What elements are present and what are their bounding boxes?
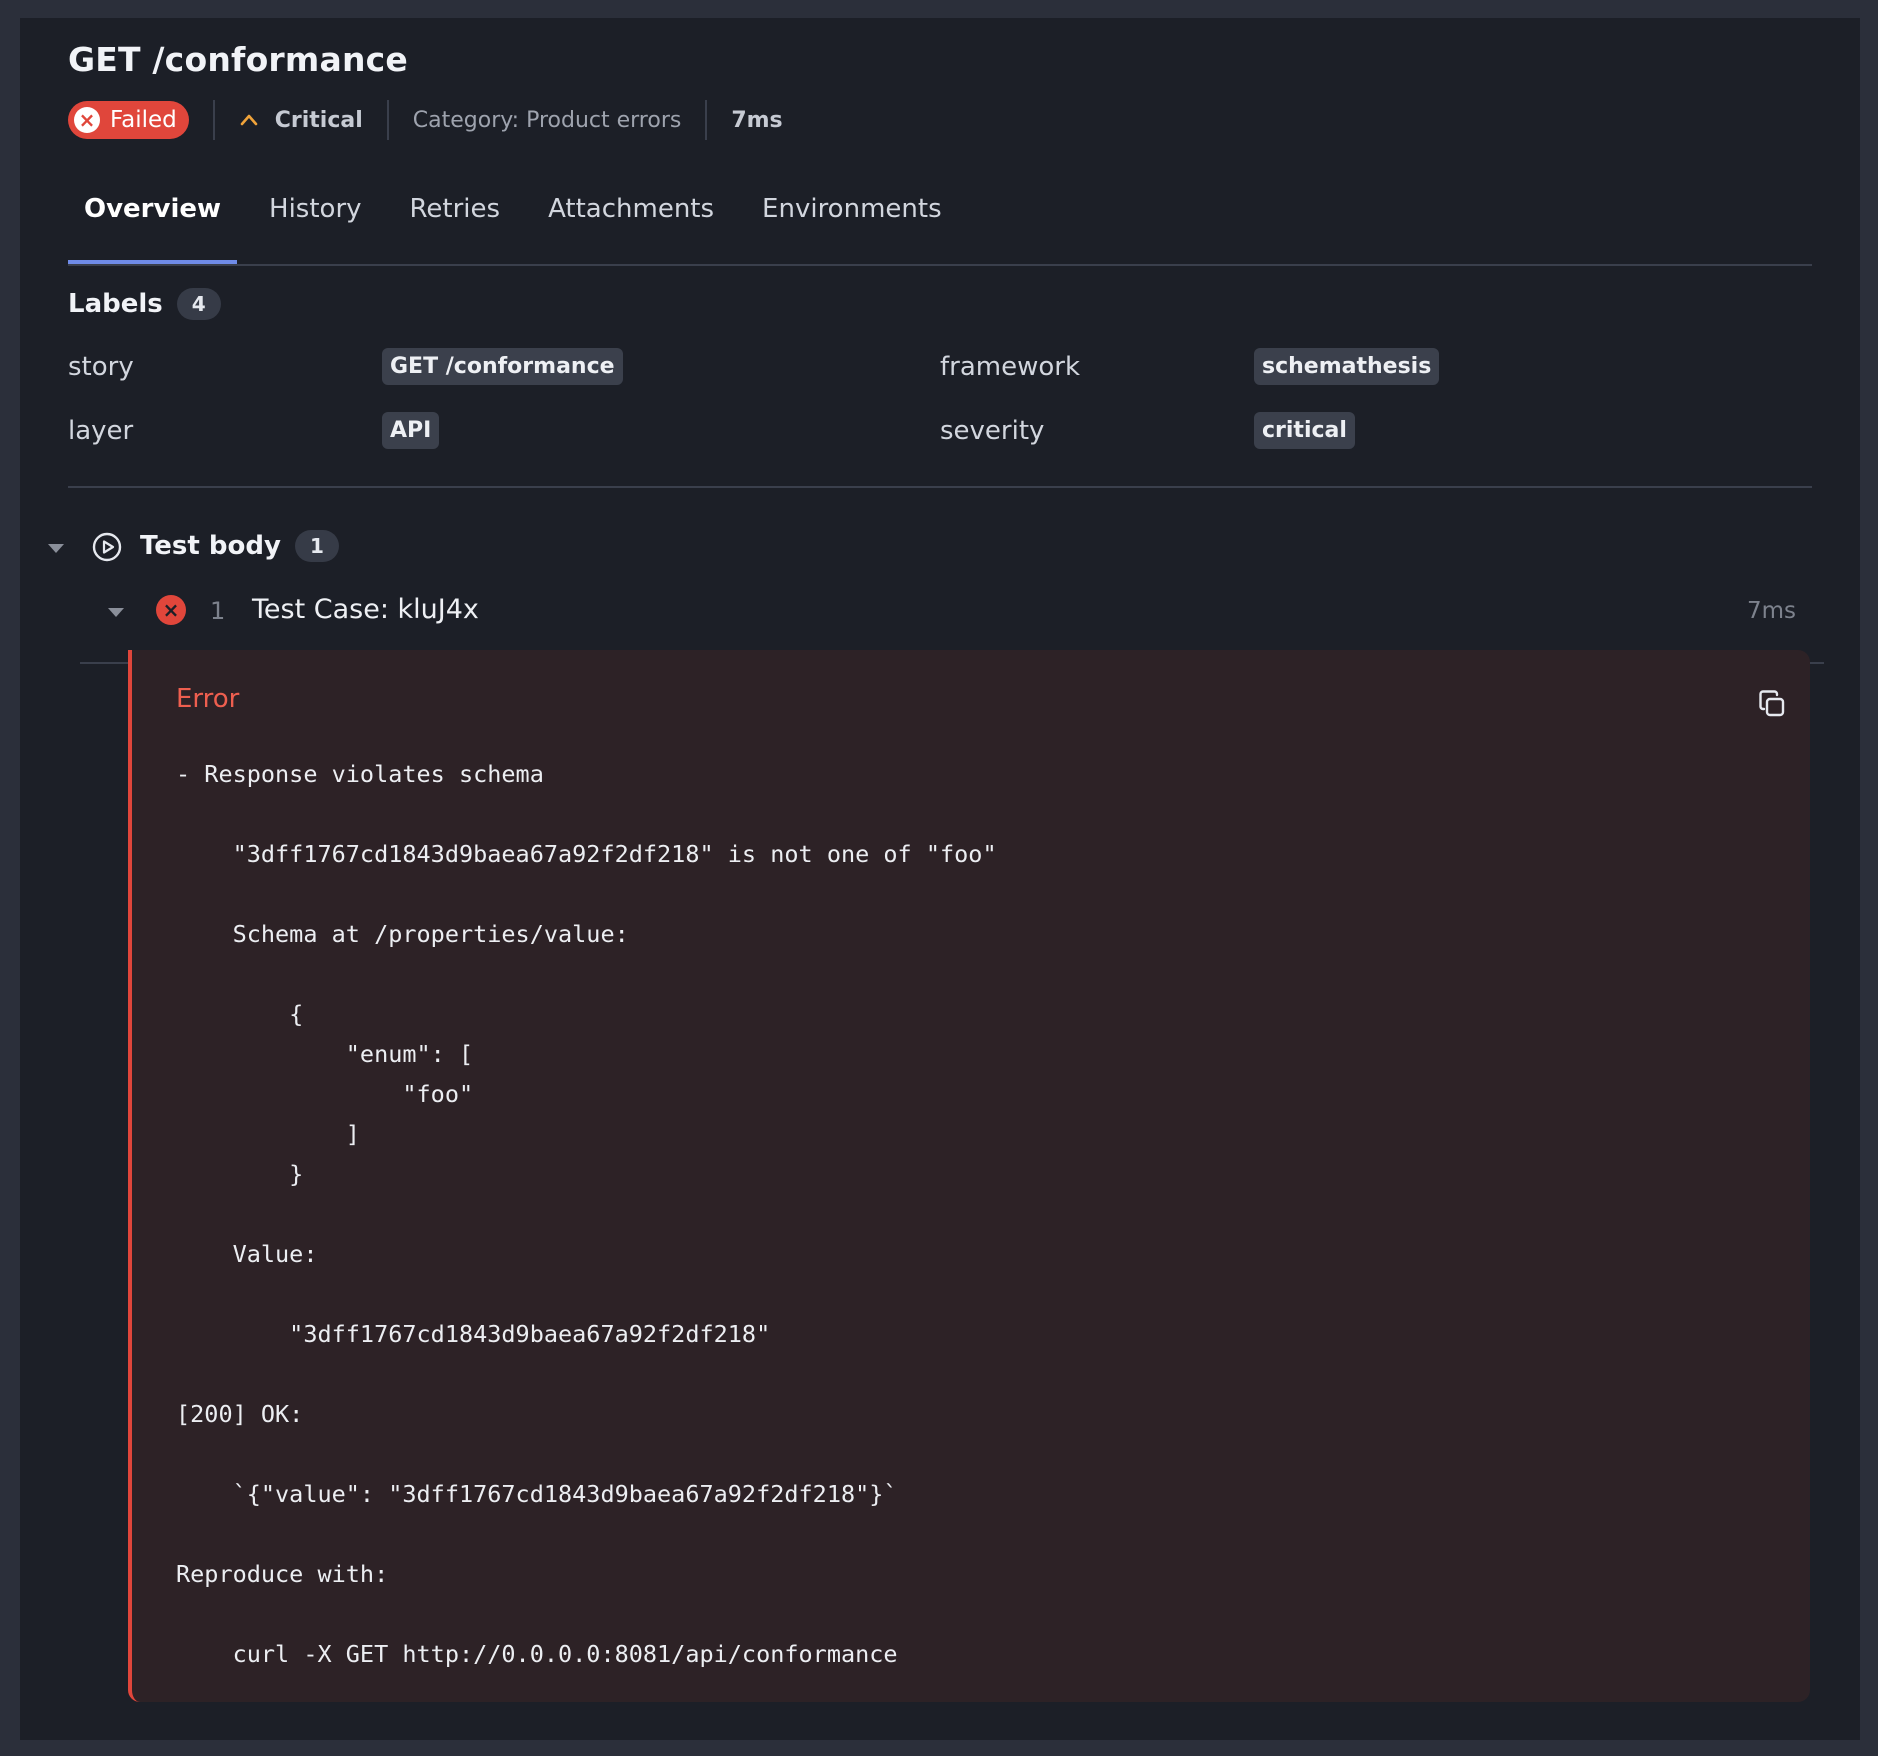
status-label: Failed [110,107,177,133]
labels-count-badge: 4 [176,288,221,320]
divider [212,100,215,140]
tab-overview[interactable]: Overview [68,172,238,264]
page-title: GET /conformance [68,40,408,79]
play-circle-icon [92,532,122,562]
test-body-title: Test body [140,531,281,561]
step-duration: 7ms [1746,598,1796,624]
test-result-panel: GET /conformance × Failed Critical Categ… [20,18,1860,1740]
tab-attachments[interactable]: Attachments [532,172,730,240]
status-row: × Failed Critical Category: Product erro… [68,100,783,140]
label-key-framework: framework [940,352,1081,382]
close-circle-icon: × [156,595,186,625]
error-message: - Response violates schema "3dff1767cd18… [176,760,997,1668]
tab-environments[interactable]: Environments [746,172,958,240]
error-panel: Error - Response violates schema "3dff17… [128,650,1810,1702]
labels-title: Labels [68,289,163,319]
label-value-framework: schemathesis [1254,348,1440,385]
label-key-layer: layer [68,416,134,446]
status-badge: × Failed [68,101,189,139]
label-value-layer: API [382,412,440,449]
label-value-severity: critical [1254,412,1355,449]
test-body-header[interactable]: Test body 1 [140,530,339,562]
tab-bar: Overview History Retries Attachments Env… [68,172,1812,266]
divider [705,100,708,140]
labels-heading: Labels 4 [68,288,221,320]
tab-retries[interactable]: Retries [394,172,517,240]
close-circle-icon: × [74,107,100,133]
category-label: Category: Product errors [412,107,682,133]
copy-icon[interactable] [1756,688,1788,720]
severity-label: Critical [274,107,363,133]
caret-down-icon[interactable] [48,544,64,553]
chevron-up-icon [240,114,258,126]
step-index: 1 [210,597,226,625]
severity-indicator: Critical [239,108,363,133]
section-divider [68,486,1812,488]
error-title: Error [176,684,240,714]
label-value-story: GET /conformance [382,348,623,385]
label-key-severity: severity [940,416,1045,446]
duration-label: 7ms [731,107,783,133]
tab-history[interactable]: History [253,172,378,240]
divider [386,100,389,140]
caret-down-icon[interactable] [108,608,124,617]
step-name: Test Case: kluJ4x [252,594,479,625]
label-key-story: story [68,352,134,382]
test-body-count-badge: 1 [294,530,339,562]
